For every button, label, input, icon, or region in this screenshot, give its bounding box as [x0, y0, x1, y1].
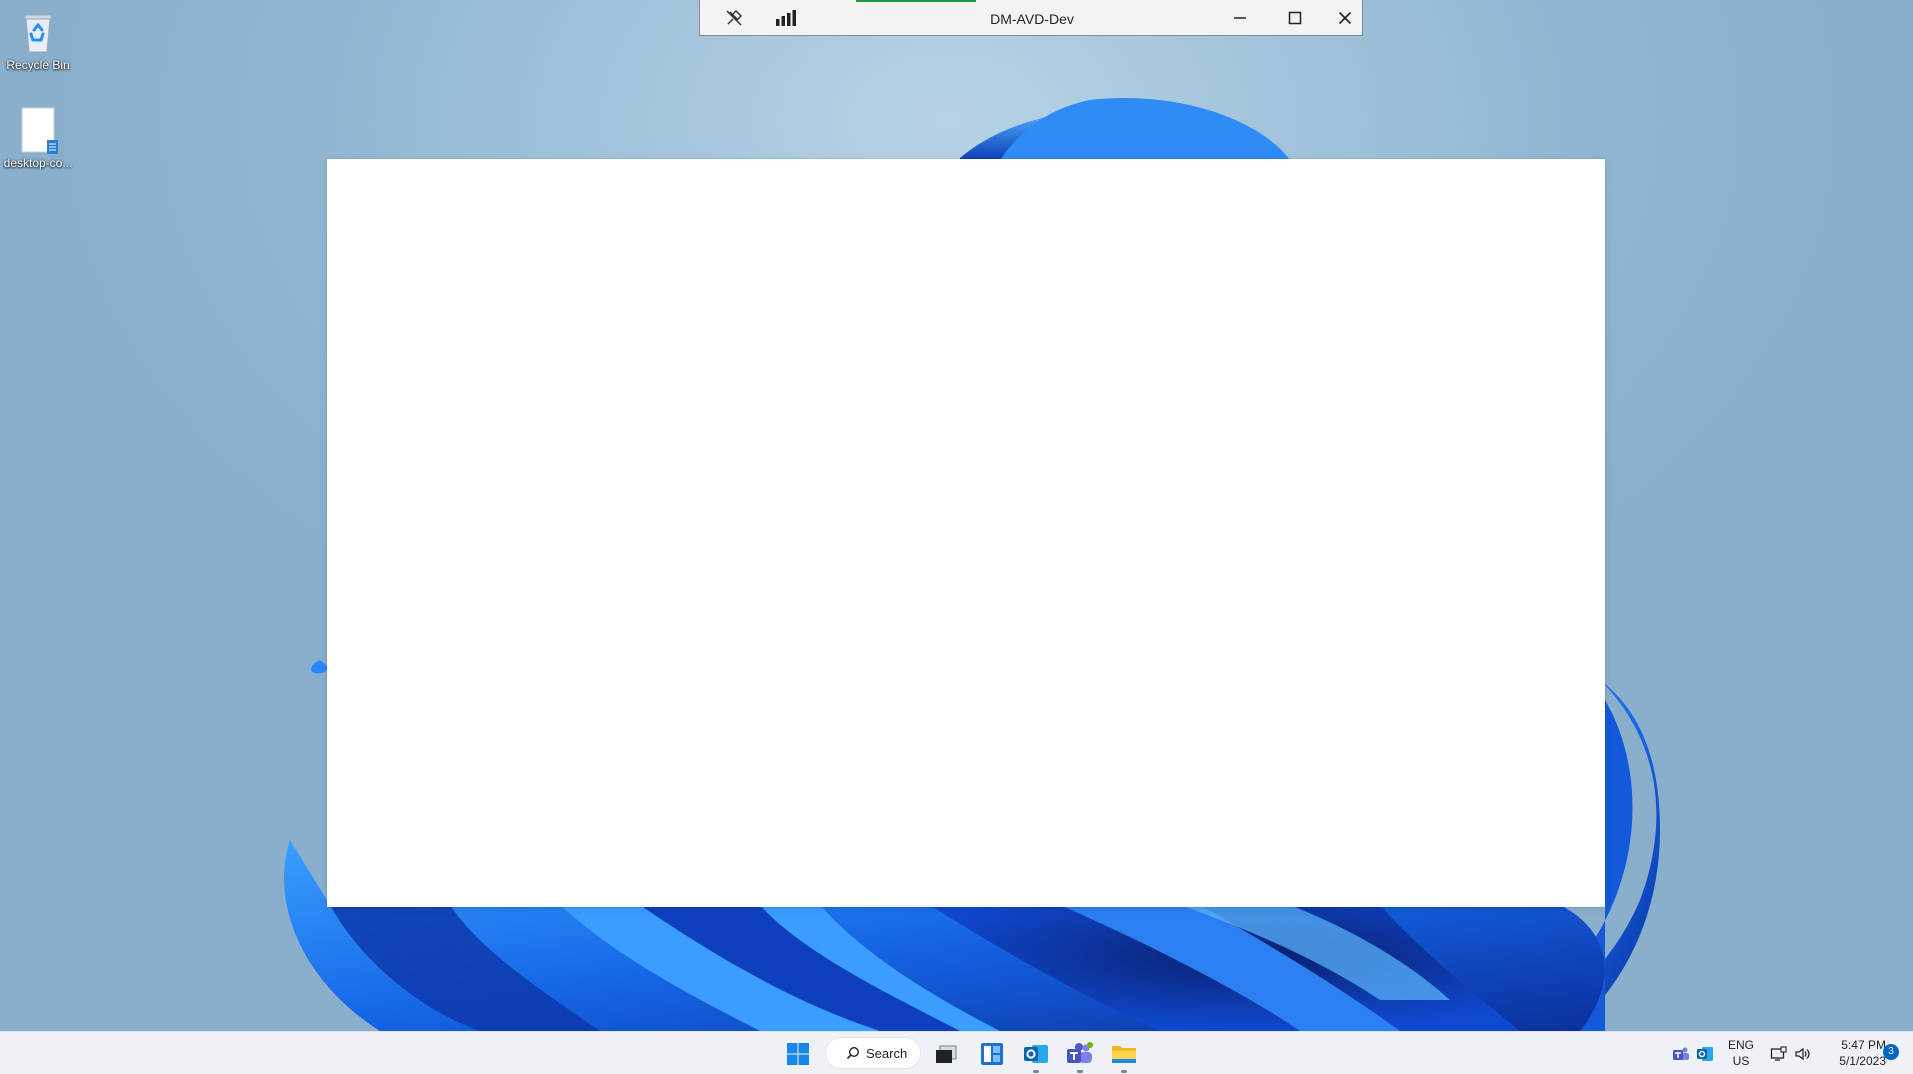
clock[interactable]: 5:47 PM 5/1/2023: [1820, 1037, 1886, 1069]
desktop-icon-file[interactable]: desktop-co...: [0, 106, 76, 170]
outlook-icon: [1024, 1045, 1048, 1063]
teams-button[interactable]: [1064, 1038, 1096, 1073]
start-button[interactable]: [782, 1038, 814, 1070]
recycle-bin-icon: [14, 8, 62, 56]
start-icon: [787, 1043, 809, 1065]
desktop-icon-recycle-bin[interactable]: Recycle Bin: [0, 8, 76, 72]
tray-outlook-icon[interactable]: [1694, 1038, 1716, 1070]
file-explorer-icon: [1112, 1046, 1136, 1063]
task-view-icon: [936, 1045, 957, 1063]
close-button[interactable]: [1328, 0, 1362, 36]
taskbar-search-box[interactable]: Search: [825, 1037, 921, 1069]
search-label: Search: [866, 1045, 908, 1061]
teams-icon: [1067, 1042, 1093, 1063]
task-view-button[interactable]: [930, 1038, 962, 1070]
running-indicator: [1077, 1070, 1083, 1073]
running-indicator: [1121, 1070, 1127, 1073]
tray-teams-icon[interactable]: [1670, 1038, 1692, 1070]
document-file-icon: [14, 106, 62, 154]
close-icon: [1338, 11, 1352, 25]
remote-session-bar: DM-AVD-Dev: [699, 0, 1363, 36]
keyboard-layout: US: [1732, 1054, 1750, 1068]
maximize-button[interactable]: [1273, 0, 1317, 36]
minimize-icon: [1234, 17, 1246, 19]
desktop-file-label: desktop-co...: [3, 156, 73, 170]
language-code: ENG: [1727, 1038, 1754, 1052]
maximize-icon: [1288, 11, 1302, 25]
widgets-icon: [981, 1043, 1003, 1065]
outlook-button[interactable]: [1020, 1038, 1052, 1073]
network-icon[interactable]: [1768, 1038, 1790, 1070]
recycle-bin-label: Recycle Bin: [6, 58, 70, 72]
widgets-button[interactable]: [976, 1038, 1008, 1070]
volume-icon[interactable]: [1792, 1038, 1814, 1070]
clock-date: 5/1/2023: [1839, 1054, 1886, 1068]
signal-bars-icon[interactable]: [764, 0, 808, 36]
notification-badge[interactable]: 3: [1883, 1044, 1899, 1060]
minimize-button[interactable]: [1218, 0, 1262, 36]
running-indicator: [1033, 1070, 1039, 1073]
clock-time: 5:47 PM: [1841, 1038, 1886, 1052]
blank-app-window[interactable]: [327, 159, 1605, 907]
unpin-icon[interactable]: [708, 0, 760, 36]
file-explorer-button[interactable]: [1108, 1038, 1140, 1073]
language-indicator[interactable]: ENG US: [1722, 1037, 1760, 1069]
session-title: DM-AVD-Dev: [990, 11, 1074, 27]
search-icon: [846, 1046, 860, 1060]
taskbar: Search ENG US 5:47 PM 5/1/2023 3: [0, 1031, 1913, 1074]
